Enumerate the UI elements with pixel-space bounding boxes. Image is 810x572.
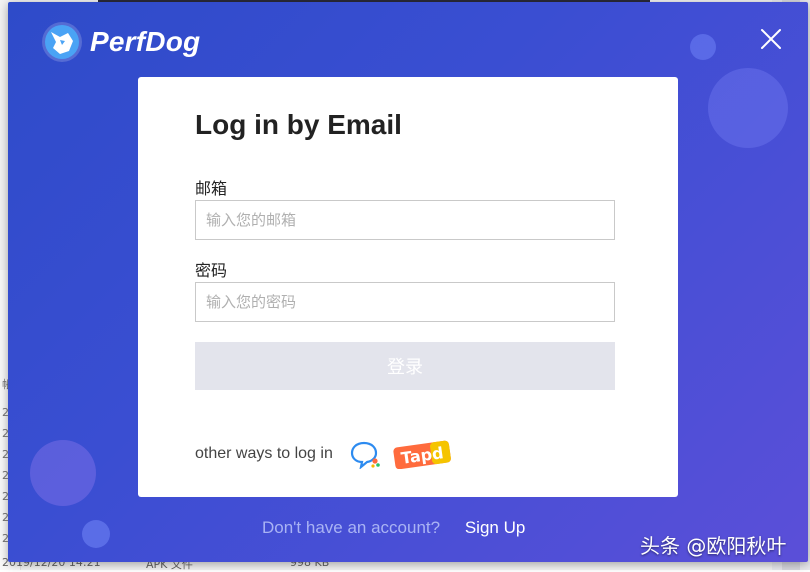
page-title: Log in by Email: [195, 109, 402, 140]
app-name: PerfDog: [90, 26, 201, 57]
password-field[interactable]: [195, 282, 615, 322]
app-logo: PerfDog: [40, 20, 200, 64]
perfdog-logo-icon: [42, 22, 82, 62]
email-label: 邮箱: [195, 179, 228, 198]
other-login-methods: other ways to log in Tapd: [195, 439, 453, 469]
watermark: 头条 @欧阳秋叶: [640, 534, 787, 558]
signup-row: Don't have an account? Sign Up: [262, 518, 525, 538]
email-field[interactable]: [195, 200, 615, 240]
decorative-bubble: [30, 440, 96, 506]
other-ways-label: other ways to log in: [195, 445, 333, 462]
password-label: 密码: [195, 261, 228, 280]
decorative-bubble: [82, 520, 110, 548]
login-dialog: PerfDog Log in by Email 邮箱 密码 登录 other w…: [8, 2, 808, 562]
close-icon: [761, 29, 781, 49]
login-button[interactable]: 登录: [195, 342, 615, 390]
tapd-icon[interactable]: Tapd: [391, 439, 453, 469]
decorative-bubble: [708, 68, 788, 148]
decorative-bubble: [690, 34, 716, 60]
login-card: Log in by Email 邮箱 密码 登录 other ways to l…: [138, 77, 678, 497]
signup-question: Don't have an account?: [262, 518, 441, 537]
close-button[interactable]: [756, 24, 786, 54]
signup-link[interactable]: Sign Up: [465, 518, 525, 537]
qq-icon[interactable]: [349, 439, 381, 469]
